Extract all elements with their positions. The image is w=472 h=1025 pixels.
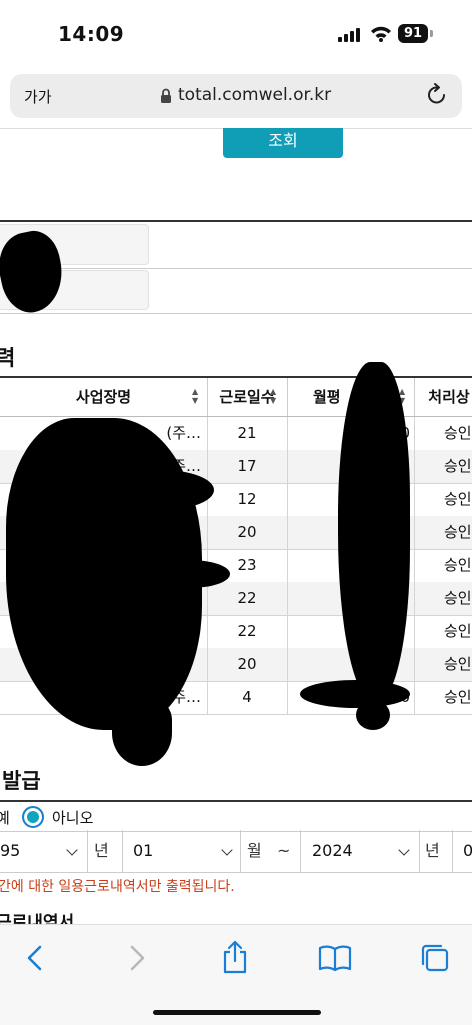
bookmarks-icon[interactable] <box>318 943 352 973</box>
cell-days: 12 <box>207 483 288 516</box>
column-header-days[interactable]: 근로일수 ▲ ▼ <box>207 378 288 416</box>
cell-days-text: 21 <box>237 424 257 442</box>
cell-days-text: 23 <box>237 556 257 574</box>
chevron-down-icon <box>66 844 78 856</box>
cell-status-text: 승인 <box>444 424 472 442</box>
notice-text: 간에 대한 일용근로내역서만 출력됩니다. <box>0 879 235 895</box>
cell-days: 20 <box>207 648 288 681</box>
sort-icon[interactable]: ▲ ▼ <box>270 387 276 405</box>
cell-status-text: 승인 <box>444 655 472 673</box>
cell-days-text: 22 <box>237 622 257 640</box>
cell-days: 21 <box>207 417 288 450</box>
cell-status: 승인 <box>414 681 472 714</box>
cell-days: 22 <box>207 582 288 615</box>
cell-days: 22 <box>207 615 288 648</box>
divider <box>0 313 472 314</box>
cell-status: 승인 <box>414 516 472 549</box>
cell-days-text: 20 <box>237 655 257 673</box>
chevron-down-icon <box>221 844 233 856</box>
cell-status-text: 승인 <box>444 490 472 508</box>
sort-icon[interactable]: ▲ ▼ <box>192 387 198 405</box>
share-icon[interactable] <box>220 939 250 975</box>
cell-status-text: 승인 <box>444 523 472 541</box>
cell-days-text: 17 <box>237 457 257 475</box>
cellular-signal-icon <box>338 28 360 42</box>
column-header-name-label: 사업장명 <box>75 388 132 406</box>
reload-icon[interactable] <box>426 83 448 107</box>
cell-name-text: (주… <box>166 424 201 442</box>
address-bar[interactable]: 가가 total.comwel.or.kr <box>10 74 462 118</box>
option-yes-label[interactable]: 예 <box>0 807 10 828</box>
cell-days: 4 <box>207 681 288 714</box>
cell-days-text: 4 <box>242 688 252 706</box>
from-month-select[interactable]: 01 <box>122 830 241 872</box>
cell-status: 승인 <box>414 450 472 483</box>
to-year-select[interactable]: 2024 <box>300 830 420 872</box>
search-button[interactable]: 조회 <box>223 128 343 158</box>
column-header-days-label: 근로일수 <box>219 388 275 406</box>
cell-status-text: 승인 <box>444 556 472 574</box>
date-range-row: 95 년 01 월 ~ 2024 년 0 <box>0 830 472 873</box>
to-year-value: 2024 <box>312 841 353 860</box>
column-header-status[interactable]: 처리상 <box>414 378 472 416</box>
cell-days: 17 <box>207 450 288 483</box>
option-no-label[interactable]: 아니오 <box>52 807 93 828</box>
wifi-icon <box>371 26 391 42</box>
text-size-button[interactable]: 가가 <box>24 86 52 107</box>
cell-status: 승인 <box>414 549 472 582</box>
cell-days-text: 22 <box>237 589 257 607</box>
cell-status-text: 승인 <box>444 589 472 607</box>
cell-status-text: 승인 <box>444 622 472 640</box>
cell-status: 승인 <box>414 582 472 615</box>
status-bar: 14:09 91 <box>0 0 472 70</box>
cell-status-text: 승인 <box>444 688 472 706</box>
divider <box>0 268 472 269</box>
back-icon[interactable] <box>24 943 46 973</box>
cell-days-text: 12 <box>237 490 257 508</box>
year-unit-label: 년 <box>94 841 109 860</box>
section-title-history: 력 <box>0 346 16 370</box>
tabs-icon[interactable] <box>420 943 450 973</box>
forward-icon[interactable] <box>126 943 148 973</box>
to-year-unit-label: 년 <box>425 841 440 860</box>
column-header-status-label: 처리상 <box>428 388 470 406</box>
url-text[interactable]: total.comwel.or.kr <box>178 85 331 105</box>
to-month-value: 0 <box>463 841 472 860</box>
divider <box>0 220 472 222</box>
battery-indicator: 91 <box>398 24 428 43</box>
month-unit-label: 월 <box>247 841 262 860</box>
column-header-wage-label: 월평 <box>313 388 341 406</box>
to-month-select[interactable]: 0 <box>452 830 472 872</box>
cell-status: 승인 <box>414 417 472 450</box>
cell-status-text: 승인 <box>444 457 472 475</box>
from-year-value: 95 <box>0 841 21 860</box>
clock: 14:09 <box>58 22 125 46</box>
range-tilde: ~ <box>277 841 291 860</box>
home-indicator <box>153 1010 321 1015</box>
from-month-value: 01 <box>133 841 154 860</box>
section-title-issue: 발급 <box>2 769 41 793</box>
cell-days-text: 20 <box>237 523 257 541</box>
radio-button-no[interactable] <box>22 806 44 828</box>
chevron-down-icon <box>398 844 410 856</box>
from-year-select[interactable]: 95 <box>0 830 88 872</box>
cell-status: 승인 <box>414 615 472 648</box>
cell-days: 20 <box>207 516 288 549</box>
cell-status: 승인 <box>414 648 472 681</box>
column-header-name[interactable]: 사업장명 ▲ ▼ <box>0 378 208 416</box>
lock-icon <box>161 88 171 103</box>
battery-tip <box>430 30 433 37</box>
cell-status: 승인 <box>414 483 472 516</box>
issue-option-row: 예 아니오 <box>0 800 472 832</box>
